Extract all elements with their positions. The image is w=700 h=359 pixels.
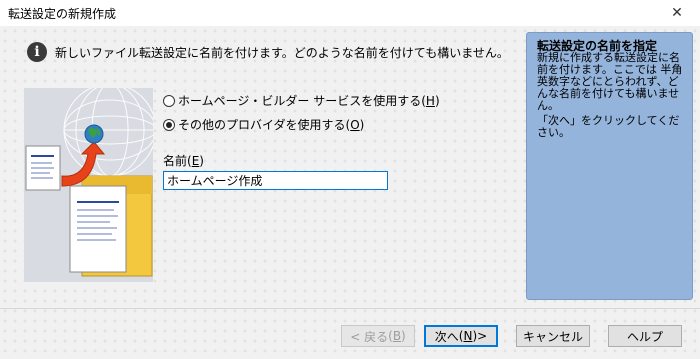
title-bar: 転送設定の新規作成 ✕: [0, 0, 700, 26]
window-title: 転送設定の新規作成: [8, 7, 117, 21]
option-homepage-builder-label: ホームページ・ビルダー サービスを使用する(H): [178, 94, 440, 108]
footer-divider: [0, 308, 700, 309]
next-button[interactable]: 次へ(N) >: [424, 325, 498, 347]
name-input[interactable]: [163, 171, 388, 190]
wizard-illustration: [24, 88, 153, 282]
radio-homepage-builder[interactable]: [163, 94, 175, 107]
help-hint: 「次へ」をクリックしてください。: [537, 114, 680, 139]
close-button[interactable]: ✕: [654, 0, 700, 26]
radio-other-provider[interactable]: [163, 118, 175, 131]
wizard-pane: i 新しいファイル転送設定に名前を付けます。どのような名前を付けても構いません。: [0, 26, 700, 359]
option-homepage-builder[interactable]: ホームページ・ビルダー サービスを使用する(H): [163, 92, 440, 109]
info-row: i 新しいファイル転送設定に名前を付けます。どのような名前を付けても構いません。: [27, 42, 509, 62]
info-icon: i: [27, 42, 47, 62]
help-body: 新規に作成する転送設定に名前を付けます。ここでは 半角英数字などにとらわれず、ど…: [537, 51, 683, 112]
name-label: 名前(E): [163, 154, 204, 168]
back-button[interactable]: < 戻る(B): [341, 325, 415, 347]
option-other-provider[interactable]: その他のプロバイダを使用する(O): [163, 116, 364, 133]
help-button[interactable]: ヘルプ: [608, 325, 682, 347]
help-panel: 転送設定の名前を指定 新規に作成する転送設定に名前を付けます。ここでは 半角英数…: [526, 32, 693, 300]
upload-illustration-icon: [25, 88, 153, 277]
info-text: 新しいファイル転送設定に名前を付けます。どのような名前を付けても構いません。: [55, 45, 509, 60]
cancel-button[interactable]: キャンセル: [516, 325, 590, 347]
option-other-provider-label: その他のプロバイダを使用する(O): [178, 118, 365, 132]
